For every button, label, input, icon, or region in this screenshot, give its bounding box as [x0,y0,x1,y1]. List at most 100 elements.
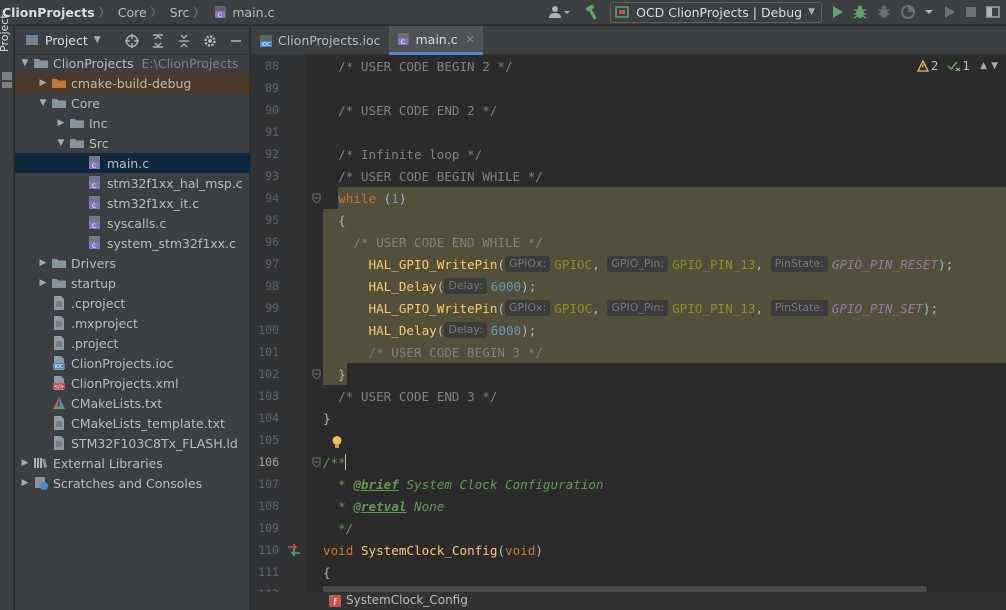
line-number[interactable]: 88 [251,59,279,73]
chevron-down-icon[interactable]: ▼ [55,138,67,148]
tree-item-cmakelists-template-txt[interactable]: CMakeLists_template.txt [15,413,250,433]
code-line[interactable]: } [323,407,331,429]
line-number[interactable]: 110 [251,543,279,557]
tree-item-main-c[interactable]: Cmain.c [15,153,250,173]
select-opened-file-button[interactable] [119,26,145,55]
code-line[interactable]: /* USER CODE BEGIN 2 */ [323,55,512,77]
line-number[interactable]: 107 [251,477,279,491]
chevron-right-icon[interactable]: ▶ [19,458,31,468]
breadcrumb-src[interactable]: Src 〉 [168,0,211,25]
tree-item-stm32f1xx-hal-msp-c[interactable]: Cstm32f1xx_hal_msp.c [15,173,250,193]
code-line[interactable]: /* USER CODE END 3 */ [323,385,497,407]
tree-item-core[interactable]: ▼ Core [15,93,250,113]
code-line[interactable]: HAL_Delay(Delay: 6000); [323,319,536,341]
code-line[interactable]: /* USER CODE END 2 */ [323,99,497,121]
chevron-right-icon[interactable]: ▶ [37,78,49,88]
tree-item-syscalls-c[interactable]: Csyscalls.c [15,213,250,233]
tree-item-project[interactable]: .project [15,333,250,353]
line-number[interactable]: 89 [251,81,279,95]
line-number[interactable]: 97 [251,257,279,271]
debug-button[interactable] [848,0,872,25]
code-line[interactable]: HAL_GPIO_WritePin(GPIOx: GPIOC, GPIO_Pin:… [323,297,938,319]
breadcrumb-clionprojects[interactable]: ClionProjects 〉 [0,0,116,25]
line-number[interactable]: 100 [251,323,279,337]
line-number[interactable]: 92 [251,147,279,161]
code-line[interactable]: /** [323,451,346,473]
code-line[interactable]: HAL_GPIO_WritePin(GPIOx: GPIOC, GPIO_Pin:… [323,253,953,275]
bookmarks-icon[interactable] [2,82,12,88]
go-to-declaration-icon[interactable] [287,544,301,556]
code-line[interactable]: HAL_Delay(Delay: 6000); [323,275,536,297]
breadcrumb-core[interactable]: Core 〉 [116,0,168,25]
chevron-right-icon[interactable]: ▶ [37,278,49,288]
line-number[interactable]: 106 [251,455,279,469]
line-number[interactable]: 94 [251,191,279,205]
line-number[interactable]: 93 [251,169,279,183]
hide-panel-button[interactable] [223,26,249,55]
tree-item-clionprojects-xml[interactable]: </> ClionProjects.xml [15,373,250,393]
code-line[interactable]: { [323,209,346,231]
line-number[interactable]: 103 [251,389,279,403]
inspection-widget[interactable]: 2 1 ▲ ▼ [916,59,1000,73]
line-number[interactable]: 95 [251,213,279,227]
chevron-right-icon[interactable]: ▶ [19,478,31,488]
project-tool-window-button[interactable]: Project [0,12,12,58]
tree-item-startup[interactable]: ▶ startup [15,273,250,293]
chevron-down-icon[interactable]: ▼ [19,58,31,68]
code-line[interactable]: /* USER CODE BEGIN WHILE */ [323,165,543,187]
run-configuration-selector[interactable]: OCD ClionProjects | Debug ▼ [610,1,822,23]
breadcrumb-main-c[interactable]: C main.c [210,0,276,25]
line-number[interactable]: 91 [251,125,279,139]
structure-icon[interactable] [2,72,12,80]
build-button[interactable] [580,0,606,25]
chevron-down-icon[interactable]: ▼ [991,61,998,71]
code-line[interactable]: while (1) [323,187,406,209]
lightbulb-icon[interactable] [331,435,343,449]
code-line[interactable]: /* USER CODE BEGIN 3 */ [323,341,542,363]
line-number[interactable]: 104 [251,411,279,425]
tree-item-external-libraries[interactable]: ▶ External Libraries [15,453,250,473]
tree-item-mxproject[interactable]: .mxproject [15,313,250,333]
attach-button[interactable] [938,0,960,25]
chevron-right-icon[interactable]: ▶ [55,118,67,128]
chevron-down-icon[interactable]: ▼ [37,98,49,108]
more-run-options-button[interactable] [920,0,938,25]
user-menu-button[interactable] [544,0,574,25]
project-view-selector[interactable]: Project [45,33,88,48]
code-editor[interactable]: 88 89 90 91 92 93 94 95 96 97 98 99 100 101 102 103 104 1… [251,55,1006,610]
code-line[interactable]: { [323,561,331,583]
sticky-function-context[interactable]: f SystemClock_Config [251,592,1006,610]
tree-item-inc[interactable]: ▶ Inc [15,113,250,133]
code-line[interactable]: * @retval None [323,495,444,517]
fold-open-icon[interactable] [312,457,321,468]
tree-item-system-stm32f1xx-c[interactable]: Csystem_stm32f1xx.c [15,233,250,253]
tree-item-stm32f1xx-it-c[interactable]: Cstm32f1xx_it.c [15,193,250,213]
tree-item-clionprojects-ioc[interactable]: IOC ClionProjects.ioc [15,353,250,373]
line-number[interactable]: 99 [251,301,279,315]
chevron-down-icon[interactable]: ▼ [94,35,101,45]
tree-item-stm32f103c8tx-flash-ld[interactable]: STM32F103C8Tx_FLASH.ld [15,433,250,453]
line-number[interactable]: 108 [251,499,279,513]
profile-button[interactable] [872,0,896,25]
line-number[interactable]: 109 [251,521,279,535]
settings-button[interactable] [197,26,223,55]
layout-button[interactable] [982,0,1004,25]
fold-close-icon[interactable] [312,369,321,380]
tab-clionprojects-ioc[interactable]: IOC ClionProjects.ioc [251,26,389,55]
tree-item-cproject[interactable]: .cproject [15,293,250,313]
line-number[interactable]: 102 [251,367,279,381]
code-line[interactable]: * @brief System Clock Configuration [323,473,603,495]
tree-item-scratches-and-consoles[interactable]: ▶ Scratches and Consoles [15,473,250,493]
line-number[interactable]: 105 [251,433,279,447]
line-number[interactable]: 101 [251,345,279,359]
code-line[interactable]: } [323,363,346,385]
stop-button[interactable] [960,0,982,25]
chevron-up-icon[interactable]: ▲ [980,61,987,71]
code-line[interactable]: void SystemClock_Config(void) [323,539,543,561]
line-number[interactable]: 96 [251,235,279,249]
tree-item-drivers[interactable]: ▶ Drivers [15,253,250,273]
code-line[interactable]: */ [323,517,353,539]
collapse-all-button[interactable] [171,26,197,55]
tree-item-clionprojects[interactable]: ▼ ClionProjects E:\ClionProjects [15,53,250,73]
tree-item-cmake-build-debug[interactable]: ▶ cmake-build-debug [15,73,250,93]
